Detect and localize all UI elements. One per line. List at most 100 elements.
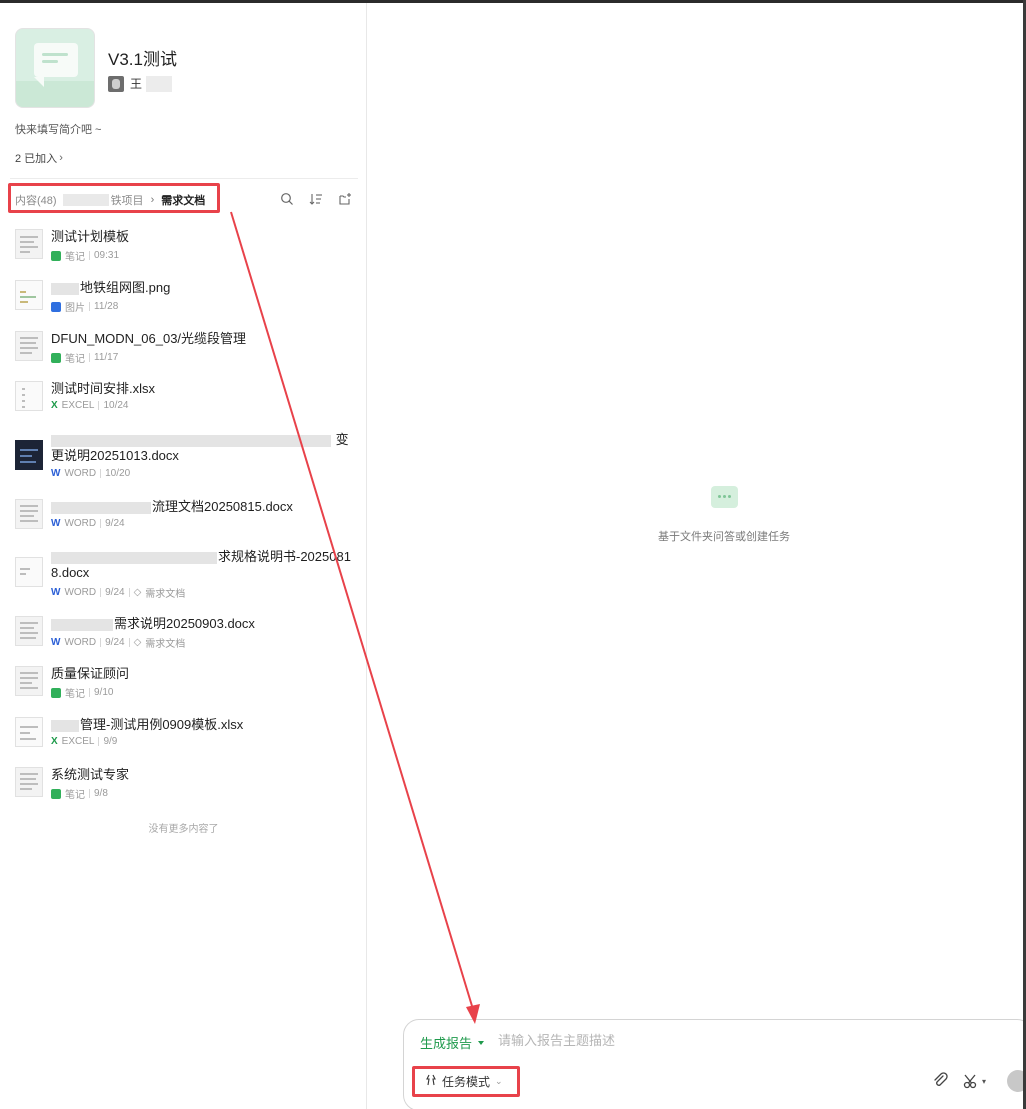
file-type: WORD xyxy=(64,518,97,529)
file-type: 笔记 xyxy=(65,354,85,365)
file-name-line1: 求规格说明书-2025081 xyxy=(218,549,351,564)
scissors-icon[interactable]: ▾ xyxy=(962,1072,986,1090)
file-name: 地铁组网图.png xyxy=(51,280,170,296)
file-name: 测试时间安排.xlsx xyxy=(51,381,156,396)
annotation-highlight-breadcrumb xyxy=(8,183,220,213)
chevron-right-icon: › xyxy=(59,152,63,164)
file-thumbnail xyxy=(15,229,43,259)
file-name: 流理文档20250815.docx xyxy=(51,499,293,515)
file-name-line1: 变 xyxy=(335,432,349,447)
excel-type-icon: X xyxy=(51,400,58,411)
file-type: WORD xyxy=(64,468,97,479)
file-type: 笔记 xyxy=(65,790,85,801)
chevron-down-icon: ⌄ xyxy=(495,1076,503,1086)
tag-icon: ◇ xyxy=(133,637,142,648)
tag-icon: ◇ xyxy=(133,587,142,598)
file-tag: 需求文档 xyxy=(145,589,186,600)
file-thumbnail xyxy=(15,717,43,747)
file-name: 管理-测试用例0909模板.xlsx xyxy=(51,717,243,733)
file-name: 变 xyxy=(51,432,349,448)
note-type-icon xyxy=(51,788,61,799)
file-thumbnail xyxy=(15,666,43,696)
file-meta: 图片 11/28 xyxy=(51,299,118,314)
caret-down-icon: ▾ xyxy=(982,1076,987,1086)
file-thumbnail xyxy=(15,767,43,797)
file-meta: X EXCEL 10/24 xyxy=(51,400,129,411)
file-type: 笔记 xyxy=(65,689,85,700)
file-meta: W WORD 9/24 ◇ 需求文档 xyxy=(51,585,185,600)
file-name-line2: 更说明20251013.docx xyxy=(51,448,179,463)
file-type: 图片 xyxy=(65,303,85,314)
file-date: 11/17 xyxy=(94,352,119,363)
prompt-input[interactable] xyxy=(498,1033,918,1048)
file-tag: 需求文档 xyxy=(145,639,186,650)
file-name-text: 地铁组网图.png xyxy=(80,280,171,295)
file-date: 10/24 xyxy=(103,400,129,411)
image-type-icon xyxy=(51,301,61,312)
excel-type-icon: X xyxy=(51,736,58,747)
file-thumbnail xyxy=(15,557,43,587)
file-type: 笔记 xyxy=(65,252,85,263)
file-meta: 笔记 09:31 xyxy=(51,248,119,263)
chat-bubble-icon xyxy=(711,486,738,508)
file-name: 测试计划模板 xyxy=(51,229,130,244)
file-meta: W WORD 9/24 xyxy=(51,518,125,529)
task-mode-button[interactable]: 任务模式 ⌄ xyxy=(412,1066,520,1097)
intro-placeholder[interactable]: 快来填写简介吧 ~ xyxy=(15,121,101,137)
file-date: 9/24 xyxy=(105,587,125,598)
members-link[interactable]: 2 已加入 › xyxy=(15,150,63,166)
owner-name: 王 xyxy=(130,77,143,91)
file-thumbnail xyxy=(15,616,43,646)
file-date: 9/10 xyxy=(94,687,114,698)
file-meta: 笔记 9/8 xyxy=(51,786,108,801)
file-thumbnail xyxy=(15,331,43,361)
redacted-name xyxy=(146,75,173,92)
caret-down-icon xyxy=(478,1040,485,1045)
knowledge-base-title: V3.1测试 xyxy=(108,50,177,69)
file-name: DFUN_MODN_06_03/光缆段管理 xyxy=(51,331,247,346)
attachment-icon[interactable] xyxy=(932,1072,950,1090)
file-type: WORD xyxy=(64,587,97,598)
file-thumbnail xyxy=(15,381,43,411)
no-more-content: 没有更多内容了 xyxy=(148,824,219,835)
file-date: 10/20 xyxy=(105,468,131,479)
file-type: WORD xyxy=(64,637,97,648)
word-type-icon: W xyxy=(51,637,61,648)
file-meta: W WORD 9/24 ◇ 需求文档 xyxy=(51,635,185,650)
note-type-icon xyxy=(51,687,61,698)
avatar xyxy=(108,75,124,92)
task-mode-icon xyxy=(425,1074,437,1089)
mode-label: 生成报告 xyxy=(420,1036,473,1051)
file-name-text: 流理文档20250815.docx xyxy=(152,499,293,514)
file-type: EXCEL xyxy=(61,736,95,747)
note-type-icon xyxy=(51,250,61,261)
empty-state-text: 基于文件夹问答或创建任务 xyxy=(658,531,790,543)
file-name: 系统测试专家 xyxy=(51,767,130,782)
file-name: 求规格说明书-2025081 xyxy=(51,549,351,565)
file-name: 需求说明20250903.docx xyxy=(51,616,255,632)
knowledge-base-cover xyxy=(15,28,95,108)
new-folder-icon[interactable] xyxy=(337,191,353,207)
file-date: 9/24 xyxy=(105,518,125,529)
file-name: 质量保证顾问 xyxy=(51,666,130,681)
owner-info[interactable]: 王 xyxy=(108,75,173,92)
file-meta: X EXCEL 9/9 xyxy=(51,736,117,747)
file-thumbnail xyxy=(15,440,43,470)
divider xyxy=(10,178,358,179)
file-thumbnail xyxy=(15,280,43,310)
sort-icon[interactable] xyxy=(308,191,324,207)
note-type-icon xyxy=(51,352,61,363)
file-date: 11/28 xyxy=(94,301,119,312)
file-date: 9/24 xyxy=(105,637,125,648)
file-meta: 笔记 11/17 xyxy=(51,350,118,365)
file-name-text: 需求说明20250903.docx xyxy=(114,616,255,631)
file-meta: W WORD 10/20 xyxy=(51,468,130,479)
word-type-icon: W xyxy=(51,518,61,529)
file-type: EXCEL xyxy=(61,400,95,411)
word-type-icon: W xyxy=(51,587,61,598)
file-meta: 笔记 9/10 xyxy=(51,685,113,700)
word-type-icon: W xyxy=(51,468,61,479)
mode-select[interactable]: 生成报告 xyxy=(420,1033,485,1052)
file-date: 9/9 xyxy=(103,736,118,747)
search-icon[interactable] xyxy=(279,191,295,207)
